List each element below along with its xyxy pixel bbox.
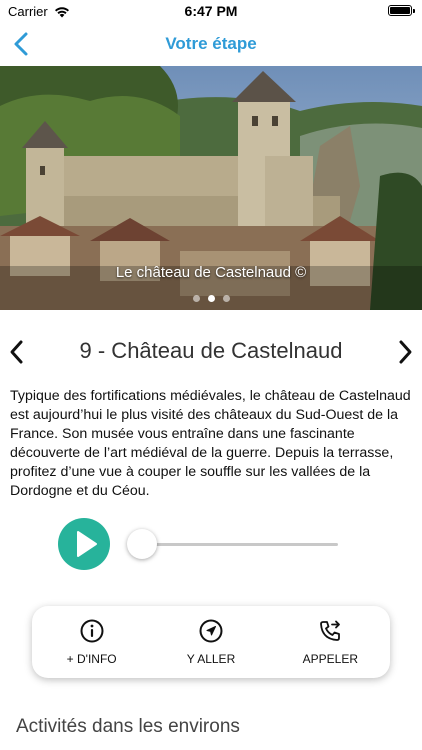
page-indicator — [0, 295, 422, 302]
page-dot-3[interactable] — [222, 295, 230, 302]
info-icon — [80, 619, 104, 643]
page-title: Votre étape — [165, 34, 257, 53]
status-bar: Carrier 6:47 PM — [0, 0, 422, 22]
status-time: 6:47 PM — [184, 3, 238, 19]
go-there-label: Y ALLER — [186, 652, 236, 666]
battery-icon — [388, 5, 415, 16]
audio-progress-thumb[interactable] — [127, 529, 157, 559]
chevron-left-icon — [10, 340, 23, 364]
hero-carousel[interactable]: Le château de Castelnaud © — [0, 66, 422, 310]
go-there-button[interactable]: Y ALLER — [151, 606, 270, 678]
play-icon — [77, 531, 97, 557]
previous-stage-button[interactable] — [6, 336, 28, 368]
phone-forward-icon — [320, 620, 341, 641]
stage-title: 9 - Château de Castelnaud — [79, 338, 343, 363]
action-bar: + D'INFO Y ALLER APPELER — [32, 606, 390, 678]
audio-progress-track[interactable] — [132, 543, 338, 546]
more-info-button[interactable]: + D'INFO — [32, 606, 151, 678]
nav-bar: Votre étape — [0, 22, 422, 66]
stage-header: 9 - Château de Castelnaud — [0, 330, 422, 374]
call-button[interactable]: APPELER — [271, 606, 390, 678]
play-button[interactable] — [58, 518, 110, 570]
navigation-arrow-icon — [199, 619, 223, 643]
next-stage-button[interactable] — [394, 336, 416, 368]
stage-description: Typique des fortifications médiévales, l… — [10, 388, 411, 499]
battery-fill — [390, 7, 410, 14]
more-info-label: + D'INFO — [66, 652, 117, 666]
hero-caption: Le château de Castelnaud © — [115, 264, 307, 281]
call-label: APPELER — [302, 652, 358, 666]
chevron-right-icon — [399, 340, 412, 364]
nearby-activities-heading: Activités dans les environs — [16, 716, 240, 737]
page-dot-2[interactable] — [207, 295, 215, 302]
page-dot-1[interactable] — [192, 295, 200, 302]
